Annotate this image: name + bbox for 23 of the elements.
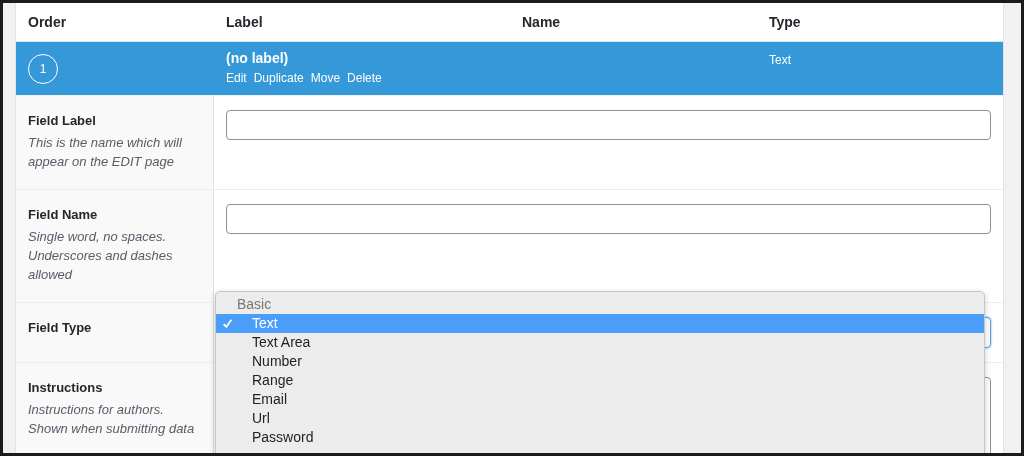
setting-label: Field Type: [28, 319, 92, 337]
setting-description: Single word, no spaces. Underscores and dashes allowed: [28, 228, 174, 284]
column-header: Order: [27, 14, 67, 30]
checkmark-icon: [222, 318, 233, 329]
text-input-field[interactable]: [226, 204, 991, 234]
setting-description: This is the name which will appear on the EDIT page: [28, 134, 183, 171]
column-header: Type: [768, 14, 801, 30]
dropdown-option[interactable]: Number: [216, 352, 984, 371]
dropdown-option[interactable]: Range: [216, 371, 984, 390]
setting-label: Field Name: [28, 206, 98, 224]
setting-description: Instructions for authors. Shown when submitting data: [28, 401, 196, 438]
field-type: Text: [769, 53, 791, 67]
dropdown-option[interactable]: Email: [216, 390, 984, 409]
dropdown-option[interactable]: Text Area: [216, 333, 984, 352]
field-label: (no label): [226, 49, 289, 68]
dropdown-option[interactable]: Password: [216, 428, 984, 447]
setting-label: Field Label: [28, 112, 96, 130]
option-group-label: Basic: [236, 295, 273, 314]
text-input-field[interactable]: [226, 110, 991, 140]
column-header: Label: [225, 14, 263, 30]
setting-label: Instructions: [28, 379, 103, 397]
column-header: Name: [521, 14, 561, 30]
dropdown-option[interactable]: Url: [216, 409, 984, 428]
